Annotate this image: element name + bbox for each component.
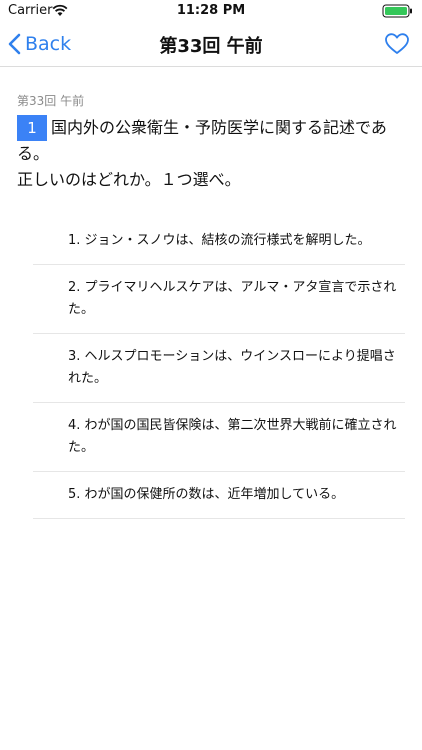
answer-option-3[interactable]: 3. ヘルスプロモーションは、ウインスローにより提唱された。 [33,334,405,403]
answer-option-2[interactable]: 2. プライマリヘルスケアは、アルマ・アタ宣言で示された。 [33,265,405,334]
status-bar: Carrier 11:28 PM [0,0,422,22]
answer-options: 1. ジョン・スノウは、結核の流行様式を解明した。 2. プライマリヘルスケアは… [33,220,405,519]
question-area: 第33回 午前 1 国内外の公衆衛生・予防医学に関する記述である。正しいのはどれか… [17,92,407,193]
question-number-badge: 1 [17,115,47,141]
battery-icon [382,4,412,18]
session-label: 第33回 午前 [17,94,85,108]
answer-option-4[interactable]: 4. わが国の国民皆保険は、第二次世界大戦前に確立された。 [33,403,405,472]
navigation-bar: Back 第33回 午前 [0,22,422,67]
question-text: 1 国内外の公衆衛生・予防医学に関する記述である。正しいのはどれか。１つ選べ。 [17,115,407,193]
question-instruction: 正しいのはどれか。１つ選べ。 [17,170,241,189]
heart-icon[interactable] [384,32,410,56]
question-body: 国内外の公衆衛生・予防医学に関する記述である。 [17,118,387,163]
answer-option-5[interactable]: 5. わが国の保健所の数は、近年増加している。 [33,472,405,519]
clock: 11:28 PM [176,3,246,18]
answer-option-1[interactable]: 1. ジョン・スノウは、結核の流行様式を解明した。 [33,220,405,265]
page-title: 第33回 午前 [159,36,263,57]
